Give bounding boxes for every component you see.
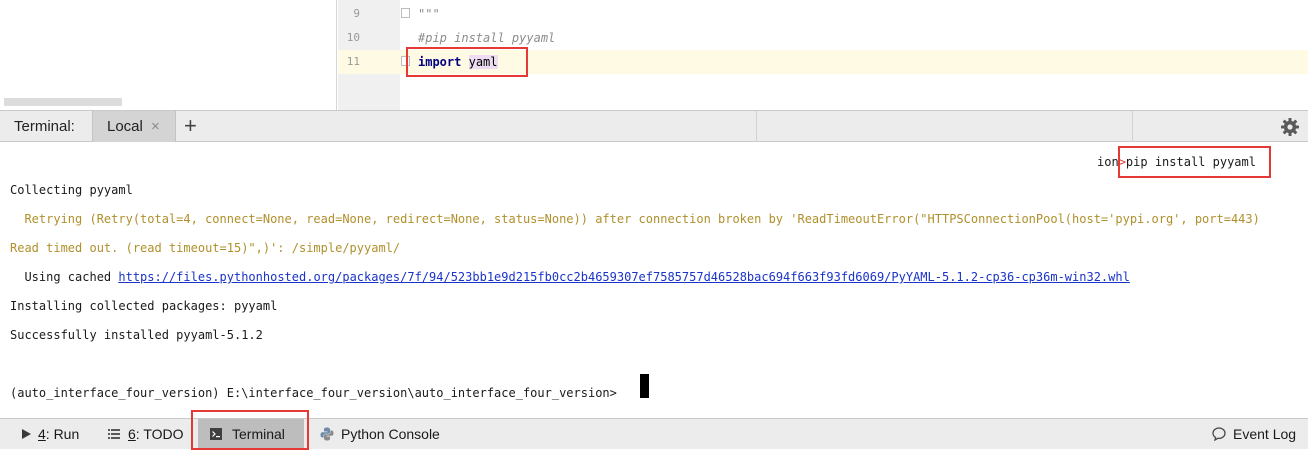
import-keyword: import: [418, 55, 462, 69]
code-line-10[interactable]: 10 #pip install pyyaml: [338, 26, 1308, 50]
project-panel-scrollbar[interactable]: [4, 98, 122, 106]
output-success: Successfully installed pyyaml-5.1.2: [10, 328, 263, 342]
command-line: ion>pip install pyyaml: [1097, 154, 1256, 170]
output-collecting: Collecting pyyaml: [10, 183, 133, 197]
terminal-title: Terminal:: [14, 118, 75, 135]
command-text: pip install pyyaml: [1125, 155, 1256, 169]
speech-bubble-icon: [1212, 427, 1226, 441]
output-retry-warning: Retrying (Retry(total=4, connect=None, r…: [10, 212, 1260, 226]
header-divider: [1132, 111, 1133, 142]
path-tail: ion: [1097, 155, 1119, 169]
run-mnemonic: 4: [38, 426, 46, 442]
python-console-tool-button[interactable]: Python Console: [312, 419, 456, 449]
terminal-cursor: [640, 374, 649, 398]
shell-prompt: (auto_interface_four_version) E:\interfa…: [10, 386, 617, 400]
event-log-button[interactable]: Event Log: [1206, 419, 1304, 449]
close-icon[interactable]: ×: [151, 111, 160, 142]
gear-icon[interactable]: [1280, 117, 1300, 137]
tab-local[interactable]: Local ×: [92, 111, 176, 142]
terminal-tool-label: Terminal: [232, 426, 285, 442]
fold-icon[interactable]: [401, 56, 410, 66]
package-url-link[interactable]: https://files.pythonhosted.org/packages/…: [118, 270, 1129, 284]
todo-mnemonic: 6: [128, 426, 136, 442]
code-text: """: [418, 7, 440, 21]
line-number: 9: [353, 7, 360, 20]
run-label-text: : Run: [45, 426, 80, 442]
module-name: yaml: [468, 55, 498, 69]
todo-label-text: : TODO: [135, 426, 184, 442]
header-divider: [756, 111, 757, 142]
python-console-label: Python Console: [341, 426, 440, 442]
line-number: 11: [346, 55, 360, 68]
output-retry-warning-cont: Read timed out. (read timeout=15)",)': /…: [10, 241, 401, 255]
code-line-9[interactable]: 9 """: [338, 2, 1308, 26]
todo-tool-button[interactable]: 6: TODO: [100, 419, 190, 449]
terminal-output[interactable]: ion>pip install pyyaml Collecting pyyaml…: [0, 142, 1308, 418]
editor-area: 9 """ 10 #pip install pyyaml 11 import y…: [0, 0, 1308, 110]
code-text: import yaml: [418, 50, 498, 74]
fold-icon[interactable]: [401, 8, 410, 18]
todo-tool-label: 6: TODO: [128, 419, 184, 449]
terminal-icon: [210, 428, 222, 440]
code-comment: #pip install pyyaml: [418, 31, 556, 45]
prompt-symbol: >: [1118, 155, 1126, 169]
add-tab-button[interactable]: +: [184, 111, 197, 141]
run-tool-label: 4: Run: [38, 419, 79, 449]
play-icon: [22, 429, 31, 439]
tool-window-bar: 4: Run 6: TODO Terminal Python Console E…: [0, 410, 1308, 450]
project-panel: [0, 0, 337, 110]
line-number: 10: [346, 31, 360, 44]
event-log-label: Event Log: [1233, 426, 1297, 442]
terminal-header: Terminal: Local × +: [0, 110, 1308, 142]
python-icon: [320, 427, 334, 441]
output-using-cached: Using cached https://files.pythonhosted.…: [10, 269, 1129, 285]
code-line-11[interactable]: 11 import yaml: [338, 50, 1308, 74]
output-installing: Installing collected packages: pyyaml: [10, 299, 278, 313]
terminal-tool-button[interactable]: Terminal: [198, 419, 304, 449]
tab-local-label: Local: [107, 118, 143, 135]
cached-prefix: Using cached: [10, 270, 119, 284]
run-tool-button[interactable]: 4: Run: [12, 419, 88, 449]
list-icon: [108, 429, 120, 439]
